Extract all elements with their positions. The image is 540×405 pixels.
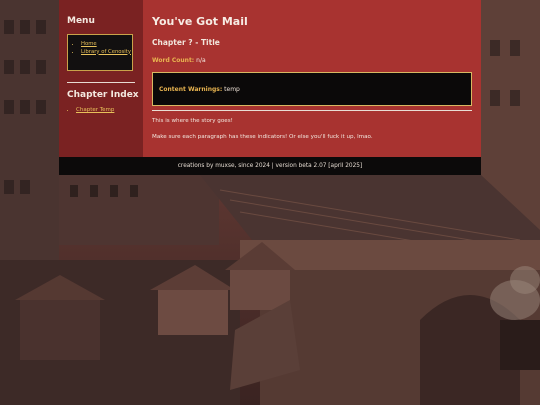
story-paragraph: Make sure each paragraph has these indic… — [152, 134, 373, 140]
menu-list: Home Library of Cenosity — [72, 41, 131, 57]
menu-item-home: Home — [81, 41, 128, 49]
content-warnings-label: Content Warnings: — [159, 85, 223, 93]
chapter-index-list: Chapter Temp — [67, 106, 114, 114]
story-divider — [152, 110, 472, 111]
menu-item-library: Library of Cenosity — [81, 49, 131, 57]
chapter-index-heading: Chapter Index — [67, 90, 139, 100]
menu-heading: Menu — [67, 16, 95, 26]
content-warnings-value: temp — [224, 85, 240, 93]
sidebar-divider — [67, 82, 135, 83]
word-count: Word Count: n/a — [152, 57, 206, 64]
library-link[interactable]: Library of Cenosity — [81, 49, 131, 55]
footer: creations by muxse, since 2024 | version… — [59, 157, 481, 175]
home-link[interactable]: Home — [81, 41, 97, 47]
chapter-heading: Chapter ? - Title — [152, 38, 220, 47]
story-title: You've Got Mail — [152, 15, 248, 28]
content-warnings-box: Content Warnings: temp — [152, 72, 472, 106]
sidebar: Menu Home Library of Cenosity Chapter In… — [59, 0, 143, 157]
chapter-temp-link[interactable]: Chapter Temp — [76, 107, 114, 113]
story-paragraph: This is where the story goes! — [152, 118, 233, 124]
menu-box: Home Library of Cenosity — [67, 34, 133, 71]
story-panel: You've Got Mail Chapter ? - Title Word C… — [143, 0, 481, 157]
page-container: Menu Home Library of Cenosity Chapter In… — [59, 0, 481, 175]
word-count-label: Word Count: — [152, 57, 195, 64]
chapter-index-item: Chapter Temp — [76, 106, 114, 114]
word-count-value: n/a — [196, 57, 206, 64]
